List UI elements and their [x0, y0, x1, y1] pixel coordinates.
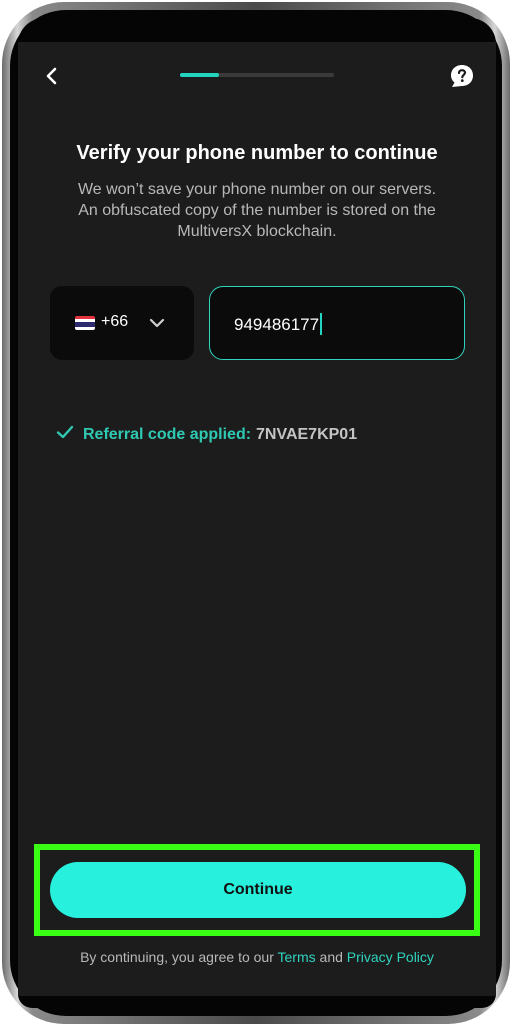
progress-bar	[180, 73, 334, 77]
legal-and: and	[315, 949, 347, 965]
phone-number-input[interactable]: 949486177	[209, 286, 465, 360]
app-screen: Verify your phone number to continue We …	[18, 42, 496, 996]
dial-code: +66	[101, 313, 129, 330]
country-code-select[interactable]: +66	[50, 286, 194, 360]
legal-prefix: By continuing, you agree to our	[80, 949, 278, 965]
progress-fill	[180, 73, 219, 77]
thailand-flag-icon	[75, 316, 95, 330]
page-title: Verify your phone number to continue	[76, 142, 438, 164]
status-bar-area	[18, 18, 496, 44]
referral-label: Referral code applied:	[83, 426, 252, 443]
page-subtitle: We won’t save your phone number on our s…	[77, 181, 437, 240]
help-button[interactable]	[448, 62, 476, 90]
legal-notice: By continuing, you agree to our Terms an…	[18, 949, 496, 965]
chevron-down-icon	[149, 318, 165, 328]
back-button[interactable]	[38, 62, 66, 90]
help-bubble-icon	[451, 65, 473, 87]
phone-number-value: 949486177	[234, 313, 323, 335]
check-icon	[56, 425, 74, 439]
terms-link[interactable]: Terms	[278, 949, 316, 965]
continue-button[interactable]: Continue	[50, 862, 466, 918]
referral-code: 7NVAE7KP01	[256, 426, 358, 443]
home-indicator-area	[18, 994, 496, 1008]
chevron-left-icon	[46, 67, 57, 85]
text-caret	[320, 313, 323, 335]
privacy-policy-link[interactable]: Privacy Policy	[347, 949, 434, 965]
